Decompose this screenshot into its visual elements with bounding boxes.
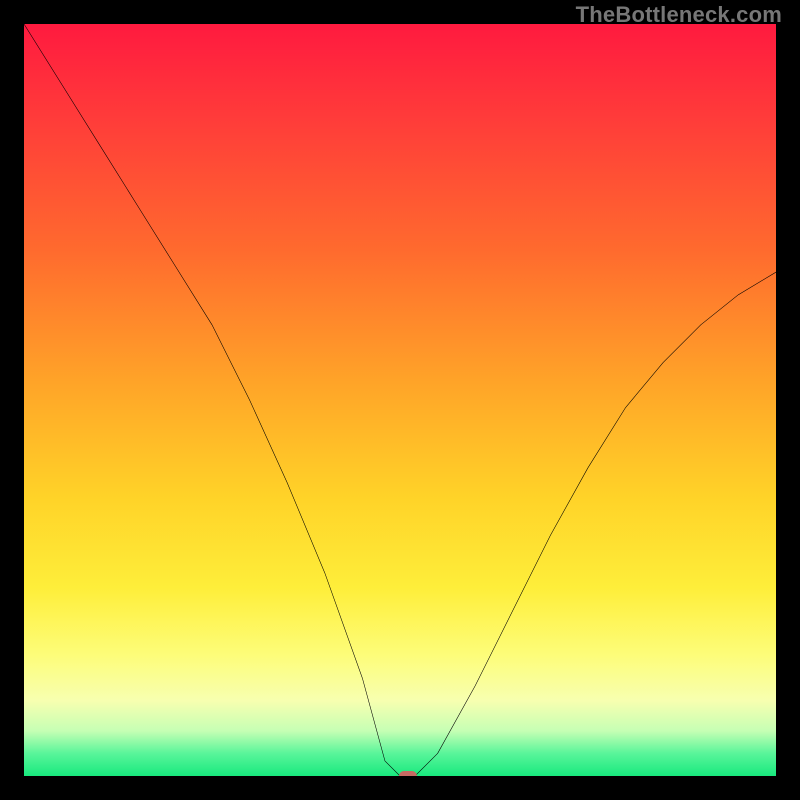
watermark-text: TheBottleneck.com [576,2,782,28]
plot-area [24,24,776,776]
curve-svg [24,24,776,776]
optimum-marker [399,771,417,776]
bottleneck-curve-path [24,24,776,776]
chart-frame: TheBottleneck.com [0,0,800,800]
